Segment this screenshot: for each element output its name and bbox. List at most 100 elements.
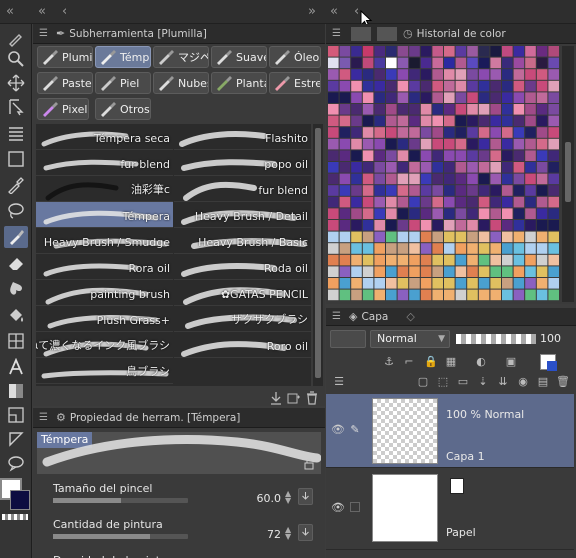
color-swatch[interactable]: [548, 243, 559, 254]
apply-mask-icon[interactable]: ▤: [534, 372, 552, 390]
color-swatch[interactable]: [409, 278, 420, 289]
layer-row[interactable]: 👁 ✎ 100 % Normal Capa 1: [326, 394, 574, 468]
color-swatch[interactable]: [386, 115, 397, 127]
color-swatch[interactable]: [455, 173, 467, 185]
color-swatch[interactable]: [339, 115, 351, 127]
color-swatch[interactable]: [525, 173, 536, 185]
color-swatch[interactable]: [409, 69, 420, 80]
color-swatch[interactable]: [513, 196, 525, 208]
color-swatch[interactable]: [467, 80, 478, 92]
color-swatch[interactable]: [351, 254, 362, 266]
color-swatch[interactable]: [502, 150, 513, 161]
color-swatch[interactable]: [374, 115, 385, 127]
color-swatch[interactable]: [444, 162, 455, 173]
color-swatch[interactable]: [513, 46, 525, 57]
color-swatch[interactable]: [362, 231, 374, 243]
color-swatch[interactable]: [397, 243, 409, 254]
color-swatch[interactable]: [339, 127, 351, 138]
color-swatch[interactable]: [490, 185, 501, 196]
layer-checkbox[interactable]: [350, 502, 360, 512]
color-swatch[interactable]: [339, 254, 351, 266]
color-swatch[interactable]: [328, 266, 339, 277]
color-swatch[interactable]: [478, 254, 490, 266]
color-swatch[interactable]: [444, 46, 455, 57]
color-swatch[interactable]: [374, 138, 385, 150]
color-swatch[interactable]: [536, 92, 548, 103]
color-swatch[interactable]: [536, 278, 548, 289]
new-folder-icon[interactable]: ▭: [454, 372, 472, 390]
figure-tool-icon[interactable]: [4, 330, 28, 352]
menu-icon[interactable]: ☰: [39, 28, 48, 39]
color-swatch[interactable]: [444, 69, 455, 80]
color-swatch[interactable]: [478, 266, 490, 277]
color-swatch[interactable]: [328, 208, 339, 219]
color-swatch[interactable]: [467, 173, 478, 185]
color-swatch[interactable]: [409, 80, 420, 92]
color-swatch[interactable]: [339, 80, 351, 92]
color-swatch[interactable]: [409, 57, 420, 69]
color-swatch[interactable]: [328, 150, 339, 161]
color-swatch[interactable]: [502, 57, 513, 69]
color-swatch[interactable]: [374, 150, 385, 161]
color-swatch[interactable]: [409, 127, 420, 138]
color-swatch[interactable]: [328, 173, 339, 185]
color-swatch[interactable]: [455, 57, 467, 69]
color-swatch[interactable]: [478, 80, 490, 92]
color-swatch[interactable]: [362, 196, 374, 208]
subtool-group-8[interactable]: Planta: [211, 72, 267, 94]
color-swatch[interactable]: [420, 254, 432, 266]
color-swatch[interactable]: [455, 150, 467, 161]
color-swatch[interactable]: [525, 196, 536, 208]
color-swatch[interactable]: [548, 220, 559, 231]
color-swatch[interactable]: [420, 185, 432, 196]
color-swatch[interactable]: [455, 208, 467, 219]
color-swatch[interactable]: [548, 57, 559, 69]
color-swatch[interactable]: [478, 278, 490, 289]
lock-transparency-icon[interactable]: ▦: [442, 352, 460, 370]
color-swatch[interactable]: [490, 196, 501, 208]
color-swatch[interactable]: [536, 208, 548, 219]
color-swatch[interactable]: [525, 80, 536, 92]
color-swatch[interactable]: [328, 278, 339, 289]
brush-item[interactable]: fur blend: [174, 176, 311, 202]
color-swatch[interactable]: [374, 220, 385, 231]
color-swatch[interactable]: [525, 208, 536, 219]
reference-icon[interactable]: ⌐: [400, 352, 418, 370]
brush-item[interactable]: painting brush: [36, 280, 173, 306]
color-swatch[interactable]: [409, 173, 420, 185]
subtool-group-0[interactable]: Plumil: [37, 46, 93, 68]
color-swatch[interactable]: [490, 243, 501, 254]
color-swatch[interactable]: [455, 185, 467, 196]
color-swatch[interactable]: [490, 150, 501, 161]
color-swatch[interactable]: [444, 231, 455, 243]
color-swatch[interactable]: [386, 162, 397, 173]
color-swatch[interactable]: [351, 80, 362, 92]
color-swatch[interactable]: [374, 104, 385, 115]
delete-subtool-icon[interactable]: [305, 391, 319, 405]
color-swatch[interactable]: [386, 127, 397, 138]
frame-tool-icon[interactable]: [4, 404, 28, 426]
color-swatch[interactable]: [536, 104, 548, 115]
color-swatch[interactable]: [536, 115, 548, 127]
color-swatch[interactable]: [525, 92, 536, 103]
pen-tool-menu-icon[interactable]: [4, 28, 28, 50]
color-swatch[interactable]: [502, 266, 513, 277]
pressure-settings-button[interactable]: [298, 524, 313, 541]
color-swatch[interactable]: [328, 254, 339, 266]
color-swatch[interactable]: [467, 46, 478, 57]
color-swatch[interactable]: [409, 115, 420, 127]
color-swatch[interactable]: [432, 231, 443, 243]
color-swatch[interactable]: [328, 127, 339, 138]
brush-item[interactable]: 重ねて濃くなるインク風ブラシ: [36, 332, 173, 358]
color-swatch[interactable]: [420, 150, 432, 161]
intermediate-color-tab-icon[interactable]: [376, 26, 397, 41]
color-swatch[interactable]: [478, 289, 490, 301]
color-swatch[interactable]: [328, 289, 339, 301]
color-swatch[interactable]: [386, 69, 397, 80]
new-vector-layer-icon[interactable]: ⬚: [434, 372, 452, 390]
color-swatch[interactable]: [467, 231, 478, 243]
color-swatch[interactable]: [386, 220, 397, 231]
color-swatch[interactable]: [432, 220, 443, 231]
color-swatch[interactable]: [513, 69, 525, 80]
expand-icon[interactable]: »: [308, 0, 316, 24]
